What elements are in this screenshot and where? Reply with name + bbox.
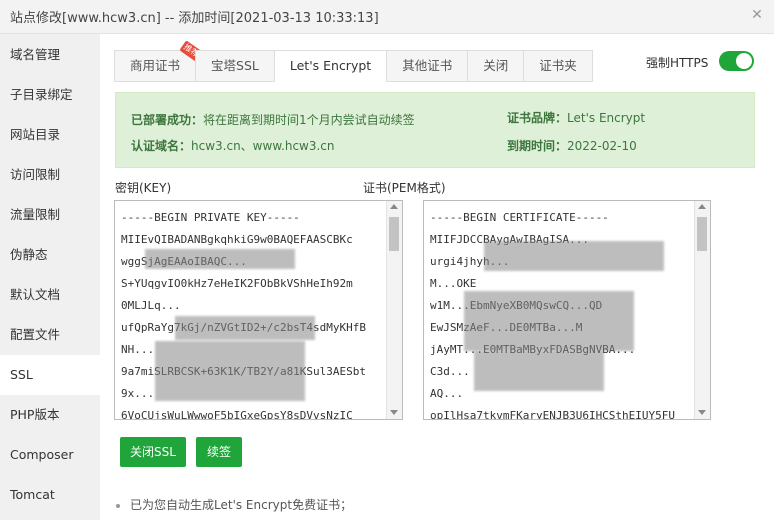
scroll-down-icon[interactable] [390,410,398,415]
cert-expire-key: 到期时间： [507,139,568,153]
cert-line: opIlHsa7tkvmFKaryENJB3U6IHCSthEIUY5FU [430,409,676,420]
redaction-blur [484,241,664,271]
sidebar-item-domain[interactable]: 域名管理 [0,34,100,75]
bullet-icon [116,503,120,508]
key-label: 密钥(KEY) [115,181,172,195]
sidebar-item-composer[interactable]: Composer [0,435,100,475]
scroll-up-icon[interactable] [698,204,706,209]
deploy-status-key: 已部署成功： [131,113,204,127]
redaction-blur [155,341,305,401]
deploy-status-value: 将在距离到期时间1个月内尝试自动续签 [203,113,415,127]
redaction-blur [145,249,295,269]
renew-button[interactable]: 续签 [196,437,242,467]
private-key-textarea[interactable]: -----BEGIN PRIVATE KEY----- MIIEvQIBADAN… [114,200,403,420]
tab-cert-folder[interactable]: 证书夹 [523,50,593,82]
cert-brand-key: 证书品牌： [507,111,568,125]
main-panel: 商用证书 推荐 宝塔SSL Let's Encrypt 其他证书 关闭 证书夹 … [100,34,774,520]
tab-label: 商用证书 [130,58,181,73]
sidebar-item-ssl[interactable]: SSL [0,355,100,395]
cert-scrollbar[interactable] [694,201,710,419]
sidebar-item-php[interactable]: PHP版本 [0,395,100,435]
key-line: -----BEGIN PRIVATE KEY----- [121,211,300,224]
sidebar-item-site-dir[interactable]: 网站目录 [0,115,100,155]
close-icon[interactable]: ✕ [746,4,768,26]
certificate-textarea[interactable]: -----BEGIN CERTIFICATE----- MIIFJDCCBAyg… [423,200,711,420]
ssl-status-panel: 已部署成功：将在距离到期时间1个月内尝试自动续签 认证域名：hcw3.cn、ww… [115,92,755,168]
redaction-blur [474,351,604,391]
tab-lets-encrypt[interactable]: Let's Encrypt [273,50,388,82]
key-line: 6VoCUjsWuLWwwoF5bIGxeGpsY8sDVvsNzIC [121,409,353,420]
note-text: 已为您自动生成Let's Encrypt免费证书； [130,498,353,512]
cert-expire: 到期时间：2022-02-10 [507,137,637,154]
sidebar-item-tomcat[interactable]: Tomcat [0,475,100,515]
cert-domain-value: hcw3.cn、www.hcw3.cn [191,139,335,153]
key-line: MIIEvQIBADANBgkqhkiG9w0BAQEFAASCBKc [121,233,353,246]
sidebar-item-config[interactable]: 配置文件 [0,315,100,355]
window-titlebar: 站点修改[www.hcw3.cn] -- 添加时间[2021-03-13 10:… [0,0,774,34]
force-https-label: 强制HTTPS [646,56,709,70]
close-ssl-button[interactable]: 关闭SSL [120,437,186,467]
window-title: 站点修改[www.hcw3.cn] -- 添加时间[2021-03-13 10:… [10,11,379,26]
auto-generate-note: 已为您自动生成Let's Encrypt免费证书； [116,496,352,513]
key-line: S+YUqgvIO0kHz7eHeIK2FObBkVShHeIh92m [121,277,353,290]
scroll-thumb[interactable] [697,217,707,251]
ssl-tabs: 商用证书 推荐 宝塔SSL Let's Encrypt 其他证书 关闭 证书夹 [114,40,593,82]
scroll-down-icon[interactable] [698,410,706,415]
redaction-blur [464,291,634,351]
force-https-toggle[interactable] [719,51,754,71]
cert-domain: 认证域名：hcw3.cn、www.hcw3.cn [131,137,335,154]
key-line: 0MLJLq... [121,299,181,312]
cert-brand-value: Let's Encrypt [567,111,646,125]
tab-other-cert[interactable]: 其他证书 [386,50,469,82]
sidebar-item-default-doc[interactable]: 默认文档 [0,275,100,315]
cert-label: 证书(PEM格式) [363,181,446,195]
scroll-up-icon[interactable] [390,204,398,209]
cert-domain-key: 认证域名： [131,139,192,153]
key-scrollbar[interactable] [386,201,402,419]
deploy-status: 已部署成功：将在距离到期时间1个月内尝试自动续签 [131,111,415,128]
sidebar-item-access-limit[interactable]: 访问限制 [0,155,100,195]
cert-brand: 证书品牌：Let's Encrypt [507,109,645,126]
sidebar-item-subdir[interactable]: 子目录绑定 [0,75,100,115]
sidebar: 域名管理 子目录绑定 网站目录 访问限制 流量限制 伪静态 默认文档 配置文件 … [0,34,100,520]
scroll-thumb[interactable] [389,217,399,251]
cert-line: -----BEGIN CERTIFICATE----- [430,211,609,224]
redaction-blur [175,316,315,340]
cert-expire-value: 2022-02-10 [567,139,637,153]
tab-close[interactable]: 关闭 [467,50,525,82]
sidebar-item-rewrite[interactable]: 伪静态 [0,235,100,275]
tab-commercial-cert[interactable]: 商用证书 推荐 [114,40,203,82]
sidebar-item-traffic-limit[interactable]: 流量限制 [0,195,100,235]
tab-bt-ssl[interactable]: 宝塔SSL [195,50,275,82]
